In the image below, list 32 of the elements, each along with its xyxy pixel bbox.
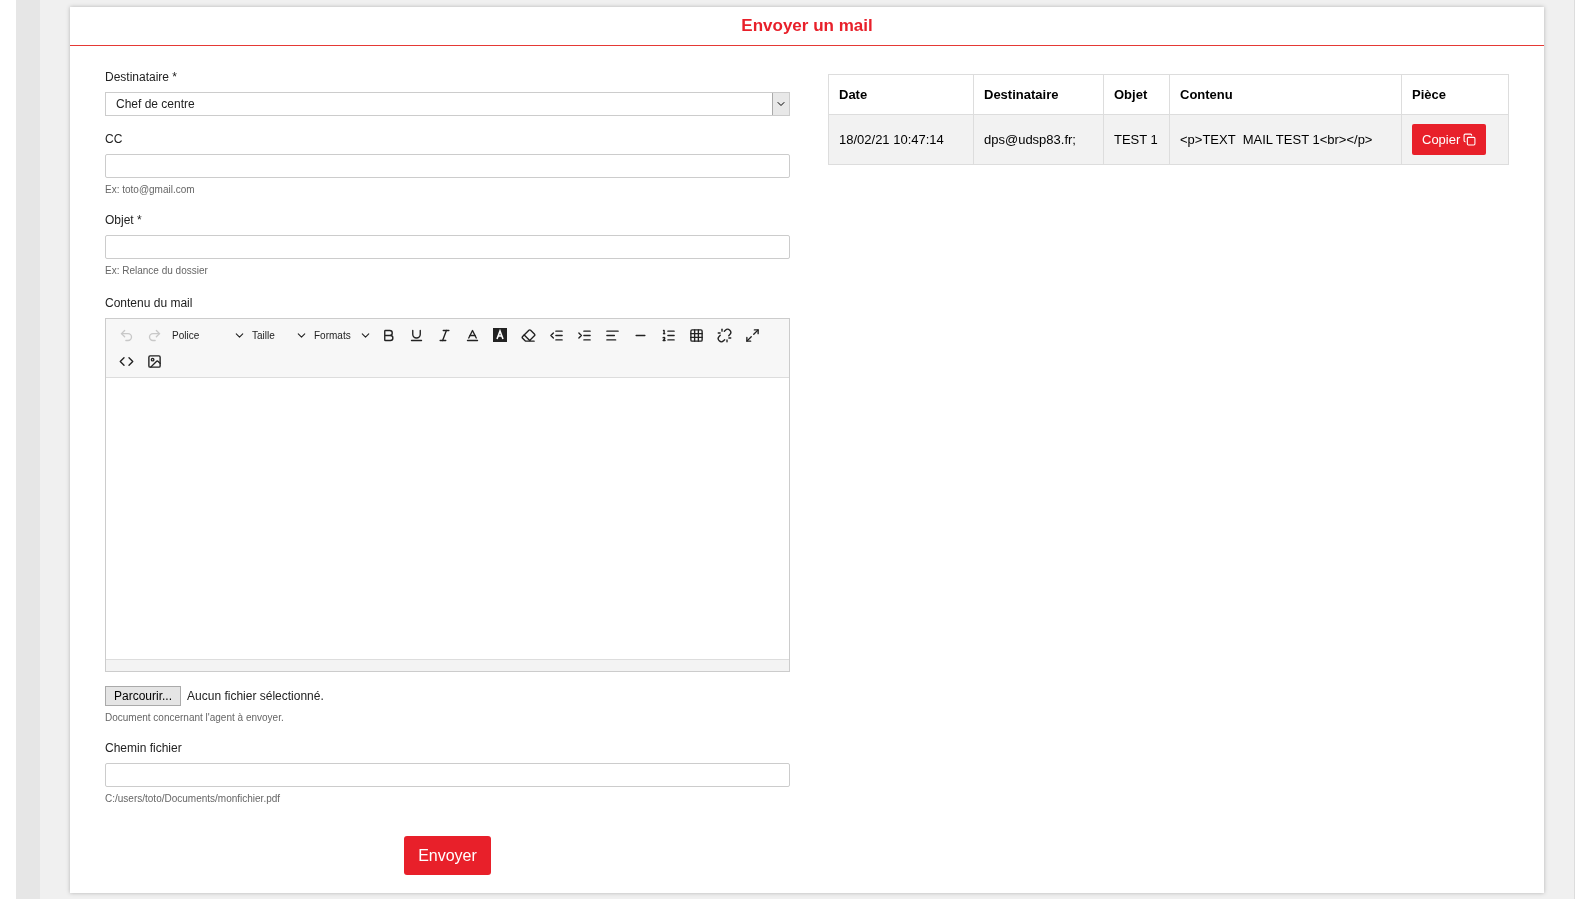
column-header: Destinataire [973, 74, 1104, 115]
table-cell: 18/02/21 10:47:14 [828, 114, 974, 165]
help-text: Ex: toto@gmail.com [105, 183, 196, 197]
table-cell: TEST 1 [1103, 114, 1170, 165]
column-header: Objet [1103, 74, 1170, 115]
subject-field[interactable] [105, 235, 790, 259]
field-label: Objet * [105, 212, 143, 229]
column-header: Date [828, 74, 974, 115]
table-cell: dps@udsp83.fr; [973, 114, 1104, 165]
card-title: Envoyer un mail [741, 15, 873, 38]
send-button[interactable]: Envoyer [404, 836, 491, 875]
field-label: Destinataire * [105, 69, 179, 86]
column-header: Contenu [1169, 74, 1402, 115]
field-label: Chemin fichier [105, 740, 183, 757]
toolbar-dropdown[interactable]: Taille [248, 322, 310, 348]
table-cell: <p>TEXT MAIL TEST 1<br></p> [1169, 114, 1402, 165]
file-status: Aucun fichier sélectionné. [187, 688, 324, 705]
browse-button[interactable]: Parcourir... [105, 686, 182, 706]
cc-field[interactable] [105, 154, 790, 178]
column-header: Pièce [1401, 74, 1509, 115]
file-path-field[interactable] [105, 763, 790, 787]
copy-icon [1463, 133, 1477, 146]
copy-button[interactable]: Copier [1412, 124, 1487, 155]
rich-text-editor[interactable]: Police Taille Formats [105, 318, 790, 672]
help-text: Document concernant l'agent à envoyer. [105, 711, 285, 725]
field-label: CC [105, 131, 124, 148]
field-label: Contenu du mail [105, 295, 194, 312]
toolbar-dropdown[interactable]: Formats [310, 322, 374, 348]
help-text: C:/users/toto/Documents/monfichier.pdf [105, 792, 282, 806]
toolbar-dropdown[interactable]: Police [168, 322, 248, 348]
help-text: Ex: Relance du dossier [105, 264, 209, 278]
recipient-select[interactable]: Chef de centre [105, 92, 790, 116]
